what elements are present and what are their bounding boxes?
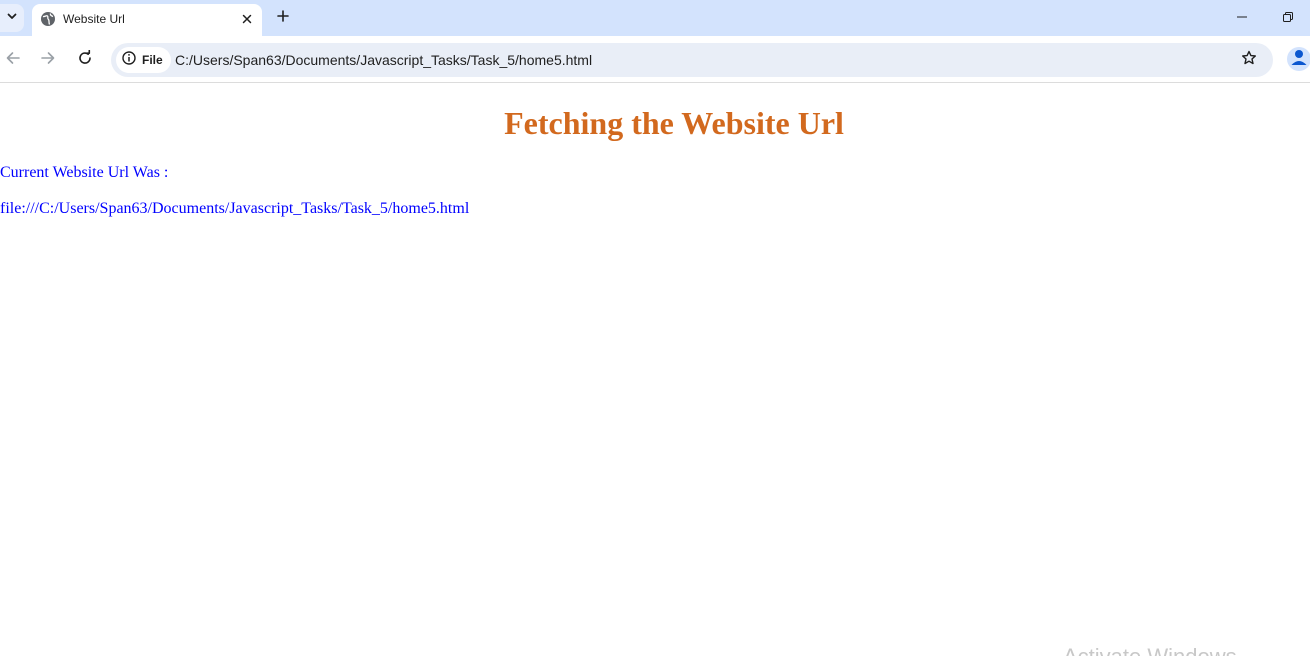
url-text[interactable]: C:/Users/Span63/Documents/Javascript_Tas… — [175, 52, 592, 68]
back-button[interactable] — [1, 48, 25, 72]
tab-strip: Website Url — [0, 0, 1310, 36]
close-icon[interactable] — [238, 10, 256, 28]
activation-watermark: Activate Windows — [1063, 644, 1237, 656]
page-content: Fetching the Website Url Current Website… — [0, 84, 1310, 656]
site-info-chip[interactable]: File — [116, 47, 171, 73]
minimize-button[interactable] — [1228, 8, 1256, 28]
minimize-icon — [1237, 9, 1247, 27]
plus-icon — [277, 9, 289, 27]
address-bar[interactable]: File C:/Users/Span63/Documents/Javascrip… — [111, 43, 1273, 77]
page-heading: Fetching the Website Url — [504, 105, 844, 141]
star-icon — [1241, 50, 1257, 71]
person-icon — [1287, 47, 1310, 71]
arrow-right-icon — [40, 50, 56, 71]
forward-button[interactable] — [36, 48, 60, 72]
new-tab-button[interactable] — [272, 7, 294, 29]
profile-button[interactable] — [1287, 47, 1310, 71]
reload-icon — [77, 49, 93, 71]
reload-button[interactable] — [73, 48, 97, 72]
tab-active[interactable]: Website Url — [32, 4, 262, 36]
restore-icon — [1283, 9, 1293, 27]
site-info-label: File — [142, 53, 163, 67]
url-value: file:///C:/Users/Span63/Documents/Javasc… — [0, 200, 470, 217]
tab-search-button[interactable] — [0, 4, 24, 32]
restore-button[interactable] — [1274, 8, 1302, 28]
bookmark-button[interactable] — [1238, 49, 1260, 71]
tab-title: Website Url — [63, 12, 125, 26]
globe-icon — [40, 11, 56, 27]
url-label: Current Website Url Was : — [0, 164, 169, 181]
arrow-left-icon — [5, 50, 21, 71]
info-icon — [122, 50, 136, 70]
chevron-down-icon — [6, 9, 18, 27]
browser-toolbar: File C:/Users/Span63/Documents/Javascrip… — [0, 36, 1310, 83]
